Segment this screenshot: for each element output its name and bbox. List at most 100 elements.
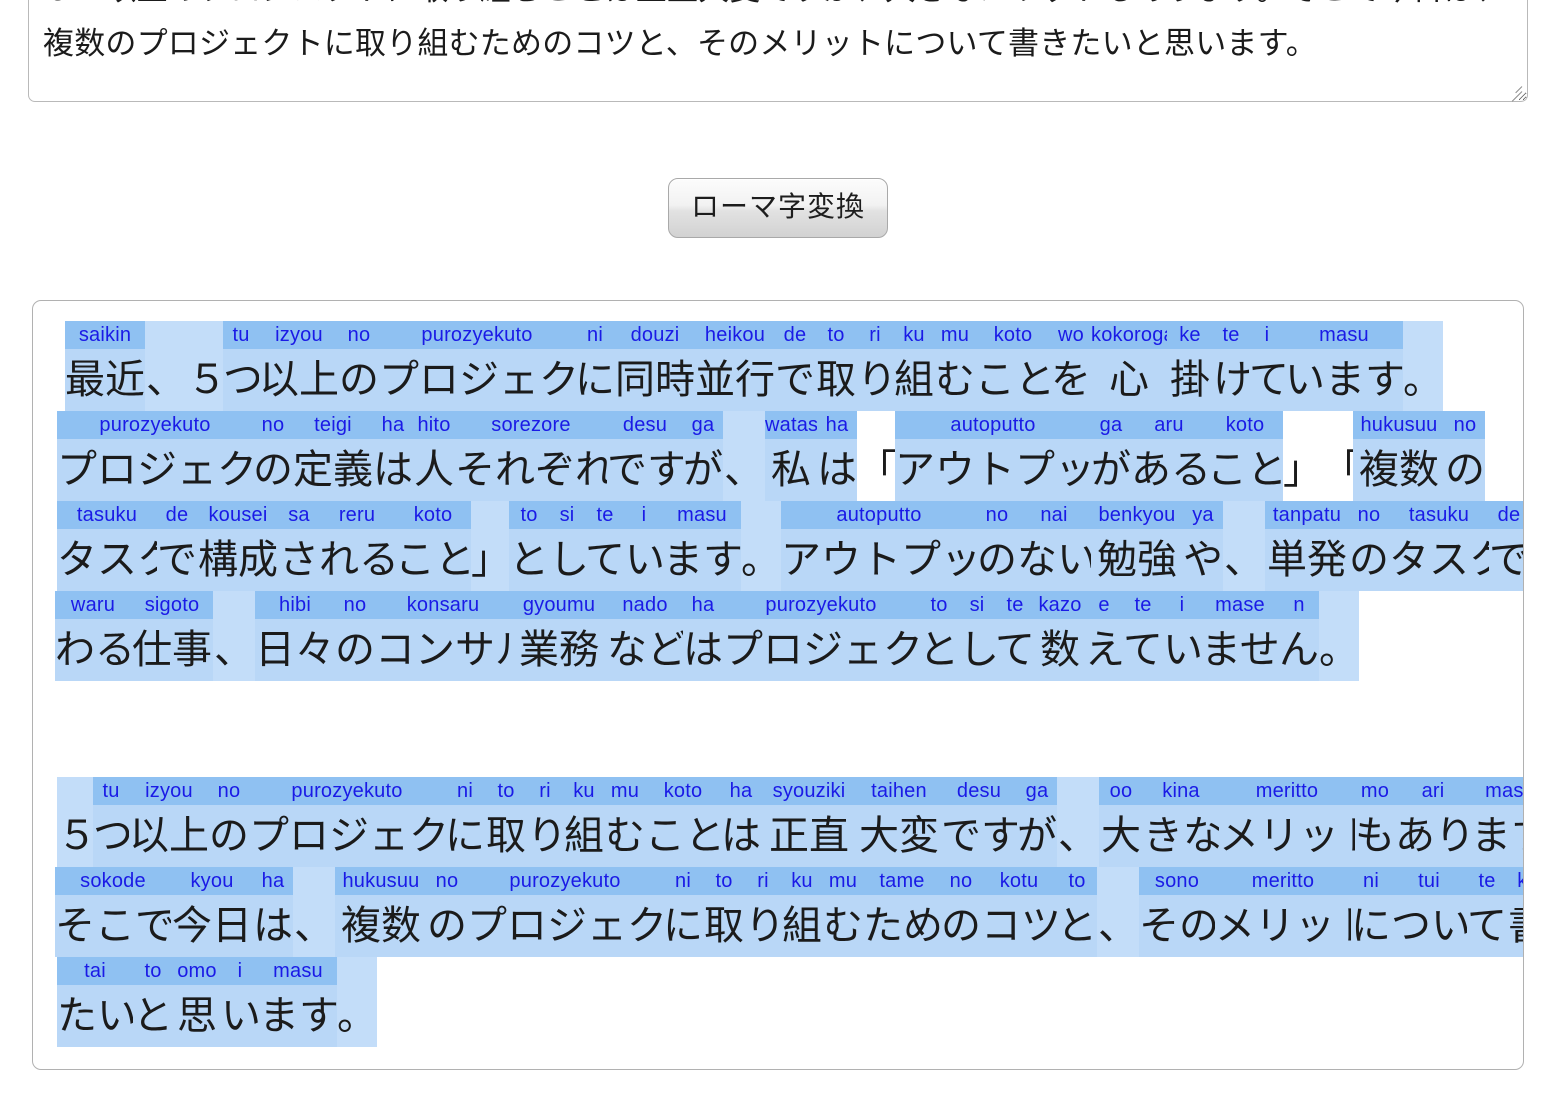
romaji-line: waru わる sigoto 仕事 、 hibi 日々 no の konsaru コンサル gyou…	[49, 591, 1509, 681]
romaji-reading: no	[335, 591, 375, 619]
ruby-token: meritto メリット	[1215, 867, 1375, 957]
romaji-reading: koto	[1207, 411, 1283, 439]
japanese-base-text: など	[607, 627, 687, 673]
japanese-base-text: 、	[146, 357, 186, 403]
romaji-reading: sa	[279, 501, 319, 529]
japanese-base-text: 正直	[769, 813, 849, 859]
japanese-base-text: 業務	[519, 627, 599, 673]
japanese-base-text: 定義	[293, 447, 373, 493]
japanese-base-text: て	[1467, 903, 1507, 949]
romaji-reading: douzi	[615, 321, 695, 349]
romaji-reading: ha	[721, 777, 761, 805]
romaji-reading: ni	[445, 777, 485, 805]
ruby-token: no の	[339, 321, 379, 411]
japanese-base-text: て	[1249, 357, 1289, 403]
ruby-token: no の	[427, 867, 467, 957]
romaji-reading: to	[509, 501, 549, 529]
action-row: ローマ字変換	[0, 178, 1556, 238]
romaji-reading: masu	[663, 501, 741, 529]
japanese-base-text: い	[1163, 627, 1203, 673]
romaji-convert-button[interactable]: ローマ字変換	[667, 178, 888, 238]
japanese-base-text: 以上	[129, 813, 209, 859]
romaji-reading: kousei	[197, 501, 279, 529]
japanese-base-text: 「	[857, 447, 897, 493]
ruby-token: mu む	[935, 321, 975, 411]
japanese-base-text: つ	[93, 813, 133, 859]
romaji-reading: ga	[1091, 411, 1131, 439]
ruby-token: mo も	[1355, 777, 1395, 867]
japanese-base-text: 最近	[65, 357, 145, 403]
ruby-token: ha は	[253, 867, 293, 957]
ruby-token: ga が	[1091, 411, 1131, 501]
ruby-token: masu ます	[259, 957, 339, 1047]
romaji-reading: benkyou	[1091, 501, 1183, 529]
romaji-reading: nai	[1017, 501, 1091, 529]
japanese-base-text: が	[1017, 813, 1057, 859]
ruby-token: nai ない	[1017, 501, 1097, 591]
japanese-base-text: メリット	[1219, 813, 1379, 859]
japanese-base-text: わる	[55, 627, 135, 673]
ruby-token: desu です	[607, 411, 687, 501]
romaji-reading	[49, 501, 57, 529]
ruby-token: purozyekuto プロジェクト	[249, 777, 489, 867]
japanese-base-text: 以上	[259, 357, 339, 403]
japanese-base-text: ませ	[1201, 627, 1280, 673]
ruby-token: syouziki 正直	[761, 777, 857, 867]
ruby-token: 、	[145, 321, 187, 411]
romaji-reading: no	[1445, 411, 1485, 439]
ruby-token: si し	[549, 501, 589, 591]
ruby-token: waru わる	[55, 591, 135, 681]
romaji-reading	[471, 501, 509, 529]
ruby-token: 、	[723, 411, 765, 501]
ruby-token: deで	[1489, 501, 1523, 591]
japanese-source-textarea[interactable]	[28, 0, 1528, 102]
ruby-token: omo 思	[173, 957, 221, 1047]
romaji-reading	[1403, 321, 1443, 349]
japanese-base-text: 日々	[255, 627, 335, 673]
ruby-token	[49, 957, 57, 1047]
japanese-base-text: こと	[1207, 447, 1287, 493]
ruby-token: kina きな	[1143, 777, 1223, 867]
romaji-reading: mu	[935, 321, 975, 349]
romaji-reading: masu	[259, 957, 337, 985]
japanese-base-text: こと	[645, 813, 725, 859]
japanese-base-text: プロジェクト	[57, 447, 297, 493]
romaji-line: purozyekuto プロジェクト no の teigi 定義 ha は hito 人 sorez…	[49, 411, 1509, 501]
japanese-base-text	[49, 529, 57, 591]
japanese-base-text: プロジェクト	[249, 813, 489, 859]
ruby-token: tanpatu 単発	[1265, 501, 1349, 591]
ruby-token: ya や	[1183, 501, 1223, 591]
japanese-base-text: 構成	[198, 537, 278, 583]
japanese-base-text: と	[133, 993, 173, 1039]
japanese-base-text: 勉強	[1097, 537, 1177, 583]
ruby-token: tasuku タスク	[57, 501, 177, 591]
japanese-base-text: ない	[1017, 537, 1097, 583]
japanese-base-text: アウトプット	[781, 537, 1021, 583]
romaji-reading: ga	[683, 411, 723, 439]
ruby-token: te て	[1123, 591, 1163, 681]
romaji-reading	[145, 321, 187, 349]
romaji-reading: ni	[663, 867, 703, 895]
romaji-reading: purozyekuto	[57, 411, 253, 439]
romaji-reading: kyou	[171, 867, 253, 895]
japanese-base-text: 取	[704, 903, 744, 949]
japanese-base-text: アウトプット	[895, 447, 1135, 493]
romaji-reading: reru	[319, 501, 395, 529]
ruby-token: te て	[1467, 867, 1507, 957]
romaji-reading: no	[427, 867, 467, 895]
ruby-token: mu む	[605, 777, 645, 867]
romaji-reading: watasi	[765, 411, 823, 439]
ruby-token: hukusuu 複数	[1353, 411, 1445, 501]
romaji-reading: sorezore	[455, 411, 607, 439]
ruby-token: koto こと	[645, 777, 725, 867]
ruby-token: ka書	[1507, 867, 1523, 957]
ruby-token: purozyekuto プロジェクト	[57, 411, 297, 501]
romaji-reading: ni	[1351, 867, 1391, 895]
romaji-reading: tui	[1391, 867, 1467, 895]
japanese-base-text	[49, 439, 57, 501]
romaji-reading: tasuku	[1389, 501, 1489, 529]
romaji-reading: i	[1163, 591, 1201, 619]
japanese-base-text: で	[1489, 529, 1523, 591]
ruby-token: ari あり	[1395, 777, 1475, 867]
romaji-reading: no	[253, 411, 293, 439]
